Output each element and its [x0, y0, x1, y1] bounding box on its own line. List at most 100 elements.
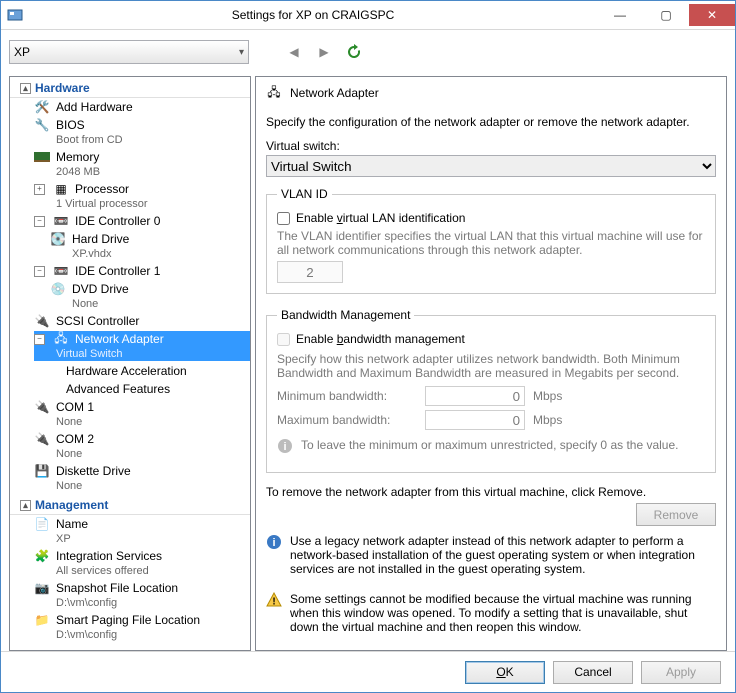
- integration-icon: 🧩: [34, 548, 50, 564]
- memory-icon: [34, 149, 50, 165]
- maximize-button[interactable]: ▢: [643, 4, 689, 26]
- panel-description: Specify the configuration of the network…: [266, 115, 716, 129]
- node-com2-sub: None: [34, 447, 250, 461]
- max-bandwidth-unit: Mbps: [533, 413, 562, 427]
- vm-selector[interactable]: XP ▾: [9, 40, 249, 64]
- collapse-icon[interactable]: −: [34, 216, 45, 227]
- section-hardware-label: Hardware: [35, 81, 90, 95]
- node-bios-sub: Boot from CD: [34, 133, 250, 147]
- node-processor[interactable]: +▦Processor 1 Virtual processor: [10, 180, 250, 212]
- network-icon: 🖧: [53, 331, 69, 347]
- min-bandwidth-label: Minimum bandwidth:: [277, 389, 417, 403]
- remove-button: Remove: [636, 503, 716, 526]
- node-add-hardware[interactable]: 🛠️Add Hardware: [10, 98, 250, 116]
- svg-text:!: !: [272, 597, 275, 608]
- vswitch-select[interactable]: Virtual Switch: [266, 155, 716, 177]
- com-port-icon: 🔌: [34, 399, 50, 415]
- dvd-icon: 💿: [50, 281, 66, 297]
- min-bandwidth-unit: Mbps: [533, 389, 562, 403]
- nav-back-button[interactable]: ◀: [283, 41, 305, 63]
- section-hardware[interactable]: ▴ Hardware: [10, 77, 250, 98]
- node-paging[interactable]: 📁Smart Paging File Location D:\vm\config: [10, 611, 250, 643]
- vlan-id-input: [277, 261, 343, 283]
- bandwidth-enable-checkbox[interactable]: Enable bandwidth management: [277, 332, 705, 346]
- collapse-icon[interactable]: −: [34, 266, 45, 277]
- info-icon: i: [266, 534, 282, 550]
- node-name[interactable]: 📄Name XP: [10, 515, 250, 547]
- node-hard-drive[interactable]: 💽Hard Drive XP.vhdx: [10, 230, 250, 262]
- legacy-info-text: Use a legacy network adapter instead of …: [290, 534, 716, 576]
- node-memory-sub: 2048 MB: [34, 165, 250, 179]
- ok-button[interactable]: OK: [465, 661, 545, 684]
- node-adv-features[interactable]: Advanced Features: [10, 380, 250, 398]
- node-diskette-sub: None: [34, 479, 250, 493]
- warning-icon: !: [266, 592, 282, 608]
- node-snapshot[interactable]: 📷Snapshot File Location D:\vm\config: [10, 579, 250, 611]
- vlan-legend: VLAN ID: [277, 187, 332, 201]
- bandwidth-enable-input: [277, 333, 290, 346]
- node-diskette[interactable]: 💾Diskette Drive None: [10, 462, 250, 494]
- bios-icon: 🔧: [34, 117, 50, 133]
- panel-title: Network Adapter: [290, 86, 379, 100]
- node-dvd-sub: None: [50, 297, 250, 311]
- node-hw-accel[interactable]: Hardware Acceleration: [10, 362, 250, 380]
- min-bandwidth-input: [425, 386, 525, 406]
- section-management-label: Management: [35, 498, 108, 512]
- bandwidth-legend: Bandwidth Management: [277, 308, 414, 322]
- node-scsi[interactable]: 🔌SCSI Controller: [10, 312, 250, 330]
- node-name-sub: XP: [34, 532, 250, 546]
- snapshot-icon: 📷: [34, 580, 50, 596]
- max-bandwidth-input: [425, 410, 525, 430]
- apply-button: Apply: [641, 661, 721, 684]
- node-memory[interactable]: Memory 2048 MB: [10, 148, 250, 180]
- settings-window: Settings for XP on CRAIGSPC — ▢ ✕ XP ▾ ◀…: [0, 0, 736, 693]
- settings-tree[interactable]: ▴ Hardware 🛠️Add Hardware 🔧BIOS Boot fro…: [9, 76, 251, 651]
- app-icon: [7, 7, 23, 23]
- node-com2[interactable]: 🔌COM 2 None: [10, 430, 250, 462]
- settings-panel: 🖧 Network Adapter Specify the configurat…: [255, 76, 727, 651]
- close-button[interactable]: ✕: [689, 4, 735, 26]
- controller-icon: 📼: [53, 263, 69, 279]
- node-com1-sub: None: [34, 415, 250, 429]
- nav-forward-button[interactable]: ▶: [313, 41, 335, 63]
- node-bios[interactable]: 🔧BIOS Boot from CD: [10, 116, 250, 148]
- com-port-icon: 🔌: [34, 431, 50, 447]
- svg-text:i: i: [283, 441, 286, 453]
- controller-icon: 📼: [53, 213, 69, 229]
- node-ide1[interactable]: −📼IDE Controller 1: [10, 262, 250, 280]
- chevron-down-icon: ▾: [239, 47, 244, 58]
- bandwidth-fieldset: Bandwidth Management Enable bandwidth ma…: [266, 308, 716, 473]
- vlan-enable-input[interactable]: [277, 212, 290, 225]
- collapse-icon[interactable]: ▴: [20, 83, 31, 94]
- bandwidth-tip: To leave the minimum or maximum unrestri…: [301, 438, 678, 452]
- node-com1[interactable]: 🔌COM 1 None: [10, 398, 250, 430]
- window-title: Settings for XP on CRAIGSPC: [29, 8, 597, 22]
- vlan-enable-checkbox[interactable]: Enable virtual LAN identification: [277, 211, 705, 225]
- node-network-adapter[interactable]: −🖧Network Adapter Virtual Switch: [10, 330, 250, 362]
- toolbar: XP ▾ ◀ ▶: [1, 30, 735, 70]
- refresh-button[interactable]: [343, 41, 365, 63]
- name-icon: 📄: [34, 516, 50, 532]
- svg-text:i: i: [272, 537, 275, 549]
- collapse-icon[interactable]: ▴: [20, 500, 31, 511]
- processor-icon: ▦: [53, 181, 69, 197]
- node-snapshot-sub: D:\vm\config: [34, 596, 250, 610]
- minimize-button[interactable]: —: [597, 4, 643, 26]
- diskette-icon: 💾: [34, 463, 50, 479]
- node-ide0[interactable]: −📼IDE Controller 0: [10, 212, 250, 230]
- expand-icon[interactable]: +: [34, 184, 45, 195]
- vlan-help: The VLAN identifier specifies the virtua…: [277, 229, 705, 257]
- node-network-sub: Virtual Switch: [34, 347, 250, 361]
- dialog-footer: OK Cancel Apply: [1, 651, 735, 692]
- collapse-icon[interactable]: −: [34, 334, 45, 345]
- node-processor-sub: 1 Virtual processor: [34, 197, 250, 211]
- node-integration[interactable]: 🧩Integration Services All services offer…: [10, 547, 250, 579]
- warning-info-text: Some settings cannot be modified because…: [290, 592, 716, 634]
- network-icon: 🖧: [266, 85, 282, 101]
- paging-icon: 📁: [34, 612, 50, 628]
- node-paging-sub: D:\vm\config: [34, 628, 250, 642]
- node-dvd-drive[interactable]: 💿DVD Drive None: [10, 280, 250, 312]
- max-bandwidth-label: Maximum bandwidth:: [277, 413, 417, 427]
- cancel-button[interactable]: Cancel: [553, 661, 633, 684]
- section-management[interactable]: ▴ Management: [10, 494, 250, 515]
